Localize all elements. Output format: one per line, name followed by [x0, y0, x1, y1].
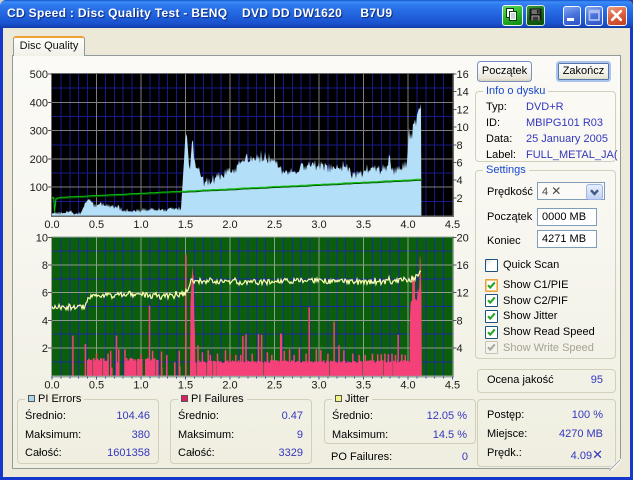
svg-text:4.0: 4.0 [400, 380, 415, 392]
svg-text:200: 200 [30, 154, 48, 166]
svg-text:0.5: 0.5 [89, 380, 104, 392]
svg-text:14: 14 [457, 87, 469, 99]
svg-text:0.0: 0.0 [44, 219, 59, 231]
svg-text:16: 16 [457, 260, 469, 272]
svg-text:10: 10 [457, 122, 469, 134]
svg-text:1.0: 1.0 [133, 219, 148, 231]
svg-text:4.5: 4.5 [445, 380, 460, 392]
svg-text:12: 12 [457, 104, 469, 116]
svg-text:2: 2 [42, 343, 48, 355]
svg-text:0.0: 0.0 [44, 380, 59, 392]
svg-text:6: 6 [457, 157, 463, 169]
svg-text:0.5: 0.5 [89, 219, 104, 231]
svg-text:1.0: 1.0 [133, 380, 148, 392]
svg-text:2: 2 [457, 193, 463, 205]
svg-text:4: 4 [457, 343, 463, 355]
svg-text:8: 8 [42, 260, 48, 272]
svg-text:4.0: 4.0 [400, 219, 415, 231]
svg-text:4.5: 4.5 [445, 219, 460, 231]
svg-text:2.0: 2.0 [222, 380, 237, 392]
svg-text:3.0: 3.0 [311, 219, 326, 231]
svg-text:4: 4 [42, 315, 48, 327]
svg-text:4: 4 [457, 175, 463, 187]
svg-text:8: 8 [457, 140, 463, 152]
svg-text:2.5: 2.5 [267, 219, 282, 231]
svg-text:16: 16 [457, 69, 469, 81]
svg-text:1.5: 1.5 [178, 380, 193, 392]
svg-text:500: 500 [30, 69, 48, 81]
svg-text:2.5: 2.5 [267, 380, 282, 392]
svg-text:6: 6 [42, 288, 48, 300]
svg-text:300: 300 [30, 126, 48, 138]
svg-text:1.5: 1.5 [178, 219, 193, 231]
svg-text:3.5: 3.5 [356, 380, 371, 392]
svg-text:3.0: 3.0 [311, 380, 326, 392]
svg-text:400: 400 [30, 97, 48, 109]
svg-text:8: 8 [457, 315, 463, 327]
svg-text:3.5: 3.5 [356, 219, 371, 231]
svg-text:10: 10 [36, 232, 48, 244]
svg-text:100: 100 [30, 182, 48, 194]
svg-text:2.0: 2.0 [222, 219, 237, 231]
svg-text:12: 12 [457, 288, 469, 300]
svg-text:20: 20 [457, 232, 469, 244]
